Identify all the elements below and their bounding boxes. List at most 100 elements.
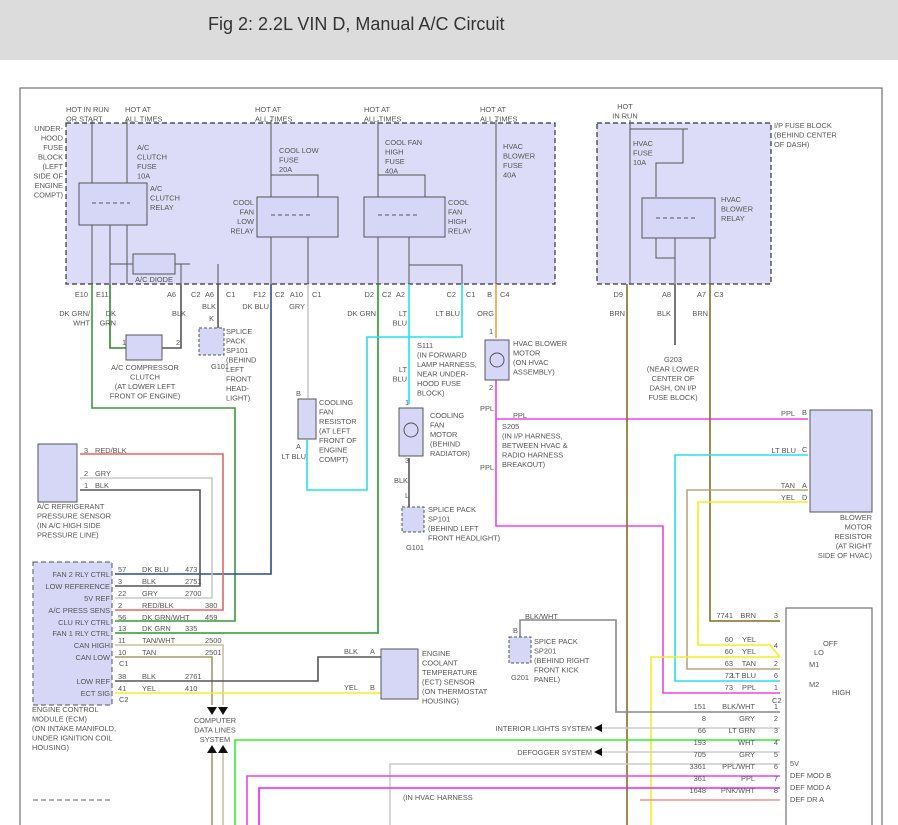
splice101-label: (BEHIND [226,356,256,365]
cfr-b-label: B [296,389,301,398]
ecm-pin-number: 38 [118,672,126,681]
ps-p2-label: 2 [84,469,88,478]
s205-label: BREAKOUT) [502,460,545,469]
cooling-fan-resistor-label: COOLING [319,398,353,407]
ac-clutch-relay-label: RELAY [150,203,174,212]
ac-comp-clutch-label: CLUTCH [130,373,160,382]
splice101-label: LIGHT) [226,394,250,403]
pressure-sensor-icon [37,443,78,503]
hvac-blower-motor-label: MOTOR [513,349,540,358]
circuit-number: 7741 [717,611,733,620]
ps-p3-label: 3 [84,446,88,455]
w-a7-label: BRN [692,309,708,318]
hot1-label: ALL TIMES [125,115,162,124]
g101b-label: G101 [406,543,424,552]
wire-color: PPL/WHT [722,762,755,771]
wire-color: LT BLU [732,671,756,680]
wire-color: TAN [142,648,156,657]
connector-label: C2 [191,290,200,299]
cooling-fan-resistor-label: FRONT OF [319,436,357,445]
sp101b-label: SPLICE PACK [428,505,476,514]
w-d9-label: BRN [609,309,625,318]
ecm-pin-name: LOW REF [76,677,110,686]
pressure-sensor-label: PRESSURE SENSOR [37,512,111,521]
ecm-pin-name: CAN LOW [76,653,111,662]
ac-clutch-fuse-label: 10A [137,172,150,181]
wire-color: GRY [739,750,755,759]
pressure-sensor-label: A/C REFRIGERANT [37,502,105,511]
hot-run-start-label: OR START [66,115,103,124]
sp201-label: SPICE PACK [534,637,578,646]
cool-high-fuse-label: FUSE [385,157,405,166]
blower-motor-resistor-label: (AT RIGHT [836,542,873,551]
s205-label: (IN I/P HARNESS, [502,432,563,441]
bmr-d-label: D [802,493,807,502]
ps-c1-label: BLK [95,481,109,490]
splice101-label: SPLICE [226,327,252,336]
wire-color: DK GRN [142,624,171,633]
circuit-number: 410 [185,684,197,693]
wire-color: YEL [742,635,756,644]
ps-p1-label: 1 [84,481,88,490]
uhfb-label: FUSE [43,143,63,152]
ac-comp-clutch-label: FRONT OF ENGINE) [110,392,181,401]
circuit-number: 705 [694,750,706,759]
connector-label: A6 [205,290,214,299]
hvac-fuse-label: 10A [633,158,646,167]
wire-color: YEL [142,684,156,693]
hot4-label: HOT AT [480,105,506,114]
pin-number: 3 [774,726,778,735]
pin-number: 6 [774,671,778,680]
connector-label: C1 [312,290,321,299]
cooling-fan-motor-label: (BEHIND [430,440,460,449]
ppl1-label: PPL [480,404,494,413]
pin-number: 3 [774,611,778,620]
w-c4-label: ORG [477,309,494,318]
pin-number: 1 [774,683,778,692]
g203-label: FUSE BLOCK) [648,393,697,402]
wire-color: BLK/WHT [722,702,755,711]
hot-run-start-label: HOT IN RUN [66,105,109,114]
hot2-label: ALL TIMES [255,115,292,124]
cooling-fan-motor-label: FAN [430,421,444,430]
bmr-b-label: B [802,408,807,417]
circuit-number: 60 [725,635,733,644]
ecm-label: HOUSING) [32,743,69,752]
ac-clutch-relay-label: CLUTCH [150,194,180,203]
pressure-sensor-label: PRESSURE LINE) [37,531,99,540]
sp101b-label: FRONT HEADLIGHT) [428,534,500,543]
circuit-number: 193 [694,738,706,747]
w-e11-label: GRN [100,319,116,328]
ecm-pin-number: 22 [118,589,126,598]
circuit-number: 151 [694,702,706,711]
cool-low-relay-label: COOL [233,198,254,207]
g203-label: G203 [664,355,682,364]
s205-label: RADIO HARNESS [502,451,563,460]
ppl3-label: PPL [480,463,494,472]
w-d2-label: DK GRN [347,309,376,318]
ect-label: (ECT) SENSOR [422,678,475,687]
wire-color: DK BLU [142,565,169,574]
cooling-fan-motor-icon [398,407,424,457]
cool-high-relay-label: HIGH [448,217,466,226]
g203-label: CENTER OF [652,374,695,383]
circuit-number: 2500 [205,636,221,645]
ps-c2-label: GRY [95,469,111,478]
ecm-pin-name: FAN 2 RLY CTRL [52,570,110,579]
ect-label: (ON THERMOSTAT [422,687,488,696]
wire-color: DK GRN/WHT [142,613,190,622]
uhfb-label: ENGINE [35,181,63,190]
ect-label: ENGINE [422,649,450,658]
bmr-ppl-label: PPL [781,409,795,418]
hot3-label: HOT AT [364,105,390,114]
ac-clutch-fuse-label: FUSE [137,162,157,171]
hvac-blower-fuse-label: 40A [503,171,516,180]
wire-color: YEL [742,647,756,656]
circuit-number: 60 [725,647,733,656]
ecm-pin-name: ECT SIG [81,689,111,698]
s205-label: BETWEEN HVAC & [502,441,568,450]
w-a2-label: BLU [393,319,407,328]
cfm-blk-label: BLK [394,476,408,485]
defogger-label: DEFOGGER SYSTEM [517,748,592,757]
cool-high-relay-label: RELAY [448,227,472,236]
